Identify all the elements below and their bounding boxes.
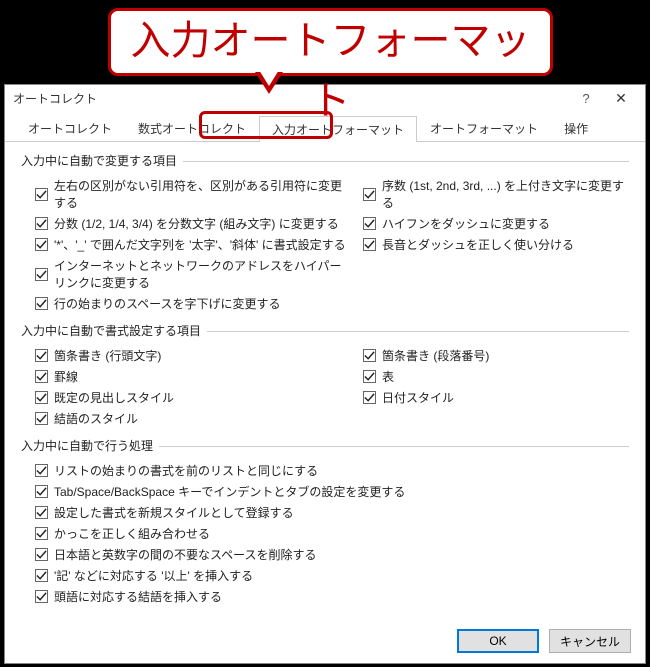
checkbox[interactable] xyxy=(35,548,48,561)
checkbox-label: 箇条書き (段落番号) xyxy=(382,347,489,364)
g1-right-0[interactable]: 序数 (1st, 2nd, 3rd, ...) を上付き文字に変更する xyxy=(349,175,629,213)
g1-right-2[interactable]: 長音とダッシュを正しく使い分ける xyxy=(349,234,629,255)
checkbox[interactable] xyxy=(35,412,48,425)
help-button[interactable]: ? xyxy=(571,91,601,106)
checkbox[interactable] xyxy=(363,391,376,404)
g3-item-3[interactable]: かっこを正しく組み合わせる xyxy=(21,523,629,544)
g1-left-4[interactable]: 行の始まりのスペースを字下げに変更する xyxy=(21,293,349,314)
tab-math-autocorrect[interactable]: 数式オートコレクト xyxy=(125,115,259,141)
g3-item-2[interactable]: 設定した書式を新規スタイルとして登録する xyxy=(21,502,629,523)
checkbox-label: 日本語と英数字の間の不要なスペースを削除する xyxy=(54,546,317,563)
checkbox[interactable] xyxy=(35,297,48,310)
callout-banner: 入力オートフォーマット xyxy=(108,8,553,76)
checkbox[interactable] xyxy=(35,506,48,519)
checkbox[interactable] xyxy=(363,238,376,251)
dialog-title: オートコレクト xyxy=(13,90,97,107)
g1-left-0[interactable]: 左右の区別がない引用符を、区別がある引用符に変更する xyxy=(21,175,349,213)
checkbox[interactable] xyxy=(35,590,48,603)
checkbox[interactable] xyxy=(363,370,376,383)
checkbox-label: 分数 (1/2, 1/4, 3/4) を分数文字 (組み文字) に変更する xyxy=(54,215,339,232)
cancel-button[interactable]: キャンセル xyxy=(549,629,631,653)
checkbox[interactable] xyxy=(35,391,48,404)
group-replace-as-type: 入力中に自動で変更する項目 左右の区別がない引用符を、区別がある引用符に変更する… xyxy=(21,152,629,314)
checkbox-label: 日付スタイル xyxy=(382,389,454,406)
checkbox[interactable] xyxy=(35,370,48,383)
checkbox-label: 序数 (1st, 2nd, 3rd, ...) を上付き文字に変更する xyxy=(382,177,629,211)
ok-button[interactable]: OK xyxy=(457,629,539,653)
tab-actions[interactable]: 操作 xyxy=(551,115,601,141)
checkbox-label: かっこを正しく組み合わせる xyxy=(54,525,210,542)
g3-item-1[interactable]: Tab/Space/BackSpace キーでインデントとタブの設定を変更する xyxy=(21,481,629,502)
g3-item-0[interactable]: リストの始まりの書式を前のリストと同じにする xyxy=(21,460,629,481)
g3-item-6[interactable]: 頭語に対応する結語を挿入する xyxy=(21,586,629,607)
checkbox[interactable] xyxy=(35,238,48,251)
checkbox-label: 行の始まりのスペースを字下げに変更する xyxy=(54,295,281,312)
g2-left-0[interactable]: 箇条書き (行頭文字) xyxy=(21,345,349,366)
group-title: 入力中に自動で行う処理 xyxy=(21,437,629,454)
g2-right-0[interactable]: 箇条書き (段落番号) xyxy=(349,345,629,366)
checkbox-label: 長音とダッシュを正しく使い分ける xyxy=(382,236,574,253)
dialog-content: 入力中に自動で変更する項目 左右の区別がない引用符を、区別がある引用符に変更する… xyxy=(5,142,645,619)
checkbox[interactable] xyxy=(35,188,48,201)
checkbox[interactable] xyxy=(363,349,376,362)
checkbox[interactable] xyxy=(35,464,48,477)
checkbox[interactable] xyxy=(35,527,48,540)
g2-left-1[interactable]: 罫線 xyxy=(21,366,349,387)
checkbox[interactable] xyxy=(363,188,376,201)
g2-right-1[interactable]: 表 xyxy=(349,366,629,387)
checkbox-label: Tab/Space/BackSpace キーでインデントとタブの設定を変更する xyxy=(54,483,405,500)
checkbox-label: 結語のスタイル xyxy=(54,410,138,427)
checkbox[interactable] xyxy=(35,485,48,498)
checkbox-label: '記' などに対応する '以上' を挿入する xyxy=(54,567,253,584)
checkbox-label: 頭語に対応する結語を挿入する xyxy=(54,588,222,605)
group-apply-as-type: 入力中に自動で書式設定する項目 箇条書き (行頭文字) 罫線既定の見出しスタイル結… xyxy=(21,322,629,429)
callout-tail xyxy=(255,72,283,94)
checkbox[interactable] xyxy=(35,268,48,281)
g2-left-3[interactable]: 結語のスタイル xyxy=(21,408,349,429)
g1-left-1[interactable]: 分数 (1/2, 1/4, 3/4) を分数文字 (組み文字) に変更する xyxy=(21,213,349,234)
checkbox-label: 箇条書き (行頭文字) xyxy=(54,347,161,364)
checkbox[interactable] xyxy=(35,217,48,230)
g2-left-2[interactable]: 既定の見出しスタイル xyxy=(21,387,349,408)
checkbox-label: 罫線 xyxy=(54,368,78,385)
g2-right-2[interactable]: 日付スタイル xyxy=(349,387,629,408)
checkbox-label: 表 xyxy=(382,368,394,385)
g1-left-2[interactable]: '*'、'_' で囲んだ文字列を '太字'、'斜体' に書式設定する xyxy=(21,234,349,255)
checkbox-label: リストの始まりの書式を前のリストと同じにする xyxy=(54,462,318,479)
group-title: 入力中に自動で書式設定する項目 xyxy=(21,322,629,339)
g3-item-4[interactable]: 日本語と英数字の間の不要なスペースを削除する xyxy=(21,544,629,565)
tab-autocorrect[interactable]: オートコレクト xyxy=(15,115,125,141)
checkbox-label: 既定の見出しスタイル xyxy=(54,389,174,406)
close-button[interactable]: ✕ xyxy=(601,85,641,111)
tab-autoformat[interactable]: オートフォーマット xyxy=(417,115,551,141)
checkbox[interactable] xyxy=(35,569,48,582)
group-title: 入力中に自動で変更する項目 xyxy=(21,152,629,169)
checkbox-label: 左右の区別がない引用符を、区別がある引用符に変更する xyxy=(54,177,349,211)
button-bar: OK キャンセル xyxy=(5,619,645,663)
g1-right-1[interactable]: ハイフンをダッシュに変更する xyxy=(349,213,629,234)
checkbox-label: '*'、'_' で囲んだ文字列を '太字'、'斜体' に書式設定する xyxy=(54,236,346,253)
checkbox-label: インターネットとネットワークのアドレスをハイパーリンクに変更する xyxy=(54,257,349,291)
checkbox-label: ハイフンをダッシュに変更する xyxy=(382,215,550,232)
g1-left-3[interactable]: インターネットとネットワークのアドレスをハイパーリンクに変更する xyxy=(21,255,349,293)
checkbox[interactable] xyxy=(363,217,376,230)
autocorrect-dialog: オートコレクト ? ✕ オートコレクト 数式オートコレクト 入力オートフォーマッ… xyxy=(4,84,646,664)
checkbox-label: 設定した書式を新規スタイルとして登録する xyxy=(54,504,294,521)
checkbox[interactable] xyxy=(35,349,48,362)
group-auto-as-type: 入力中に自動で行う処理 リストの始まりの書式を前のリストと同じにする Tab/Sp… xyxy=(21,437,629,607)
g3-item-5[interactable]: '記' などに対応する '以上' を挿入する xyxy=(21,565,629,586)
